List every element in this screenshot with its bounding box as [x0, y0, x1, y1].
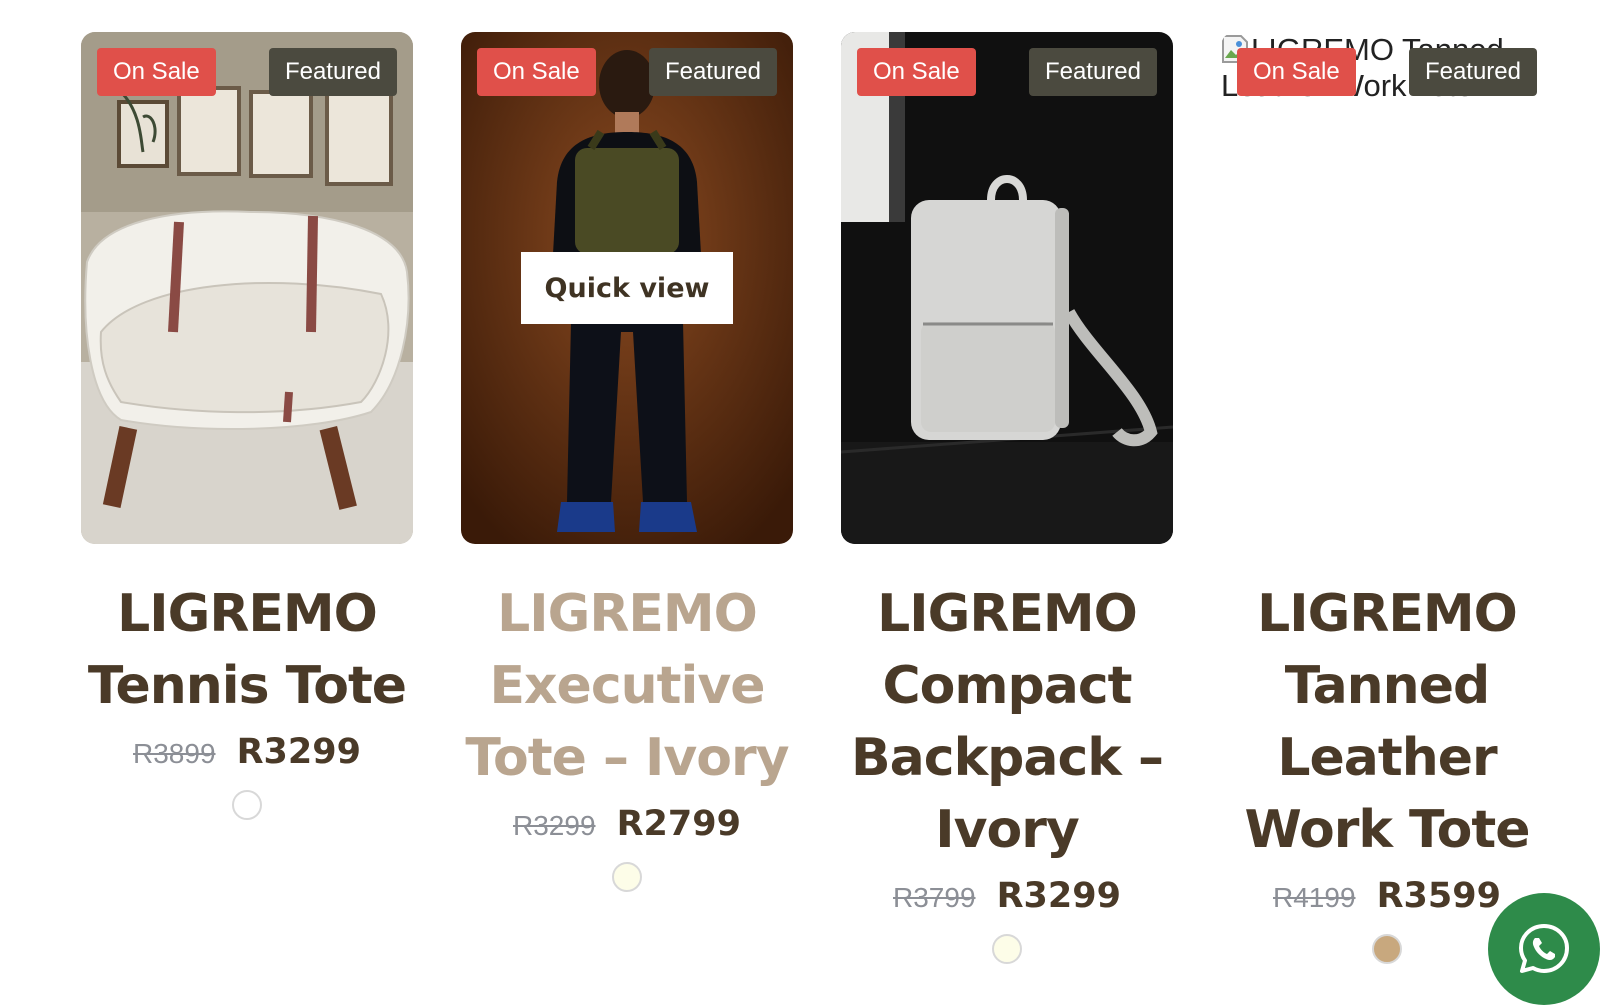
original-price: R3799 [893, 882, 976, 913]
original-price: R4199 [1273, 882, 1356, 913]
color-swatch[interactable] [612, 862, 642, 892]
product-title-line: Tanned [1284, 656, 1490, 716]
product-image[interactable]: On Sale Featured [841, 32, 1173, 544]
featured-badge: Featured [1408, 48, 1537, 96]
product-card[interactable]: On Sale Featured Quick view LIGREMO Exec… [461, 32, 793, 892]
on-sale-badge: On Sale [477, 48, 596, 96]
on-sale-badge: On Sale [1237, 48, 1356, 96]
compact-backpack-photo [841, 32, 1173, 544]
color-swatch[interactable] [1372, 934, 1402, 964]
color-swatch[interactable] [992, 934, 1022, 964]
product-image[interactable]: On Sale Featured [81, 32, 413, 544]
product-title-line: Tote – Ivory [465, 728, 789, 788]
product-title-line: Leather [1277, 728, 1497, 788]
tennis-tote-photo [81, 32, 413, 544]
product-title-line: LIGREMO [497, 584, 758, 644]
featured-badge: Featured [648, 48, 777, 96]
product-prices: R3799 R3299 [841, 874, 1173, 918]
featured-badge: Featured [1028, 48, 1157, 96]
product-title-line: Ivory [935, 800, 1080, 860]
product-title-line: LIGREMO [877, 584, 1138, 644]
color-swatch[interactable] [232, 790, 262, 820]
product-title-line: Tennis Tote [87, 656, 407, 716]
sale-price: R2799 [616, 804, 741, 844]
product-title-line: Compact [882, 656, 1132, 716]
whatsapp-chat-button[interactable] [1488, 893, 1600, 1005]
product-grid: On Sale Featured LIGREMO Tennis Tote R38… [0, 0, 1610, 990]
product-prices: R3899 R3299 [81, 730, 413, 774]
product-title[interactable]: LIGREMO Tennis Tote [73, 578, 421, 722]
on-sale-badge: On Sale [97, 48, 216, 96]
product-image[interactable]: LIGREMO Tanned Leather Work Tote On Sale… [1221, 32, 1553, 544]
quick-view-button[interactable]: Quick view [521, 252, 733, 324]
product-title-line: Executive [489, 656, 765, 716]
product-title[interactable]: LIGREMO Tanned Leather Work Tote [1213, 578, 1561, 866]
featured-badge: Featured [268, 48, 397, 96]
product-title-line: LIGREMO [1257, 584, 1518, 644]
on-sale-badge: On Sale [857, 48, 976, 96]
whatsapp-icon [1519, 924, 1569, 973]
product-title-line: Backpack – [851, 728, 1164, 788]
original-price: R3299 [513, 810, 596, 841]
product-prices: R3299 R2799 [461, 802, 793, 846]
original-price: R3899 [133, 738, 216, 769]
product-image[interactable]: On Sale Featured Quick view [461, 32, 793, 544]
sale-price: R3599 [1376, 876, 1501, 916]
product-title-line: Work Tote [1244, 800, 1531, 860]
product-card[interactable]: On Sale Featured LIGREMO Compact Backpac… [841, 32, 1173, 964]
sale-price: R3299 [236, 732, 361, 772]
product-title[interactable]: LIGREMO Compact Backpack – Ivory [833, 578, 1181, 866]
product-title[interactable]: LIGREMO Executive Tote – Ivory [453, 578, 801, 794]
product-card[interactable]: On Sale Featured LIGREMO Tennis Tote R38… [81, 32, 413, 820]
product-card[interactable]: LIGREMO Tanned Leather Work Tote On Sale… [1221, 32, 1553, 964]
product-title-line: LIGREMO [117, 584, 378, 644]
sale-price: R3299 [996, 876, 1121, 916]
